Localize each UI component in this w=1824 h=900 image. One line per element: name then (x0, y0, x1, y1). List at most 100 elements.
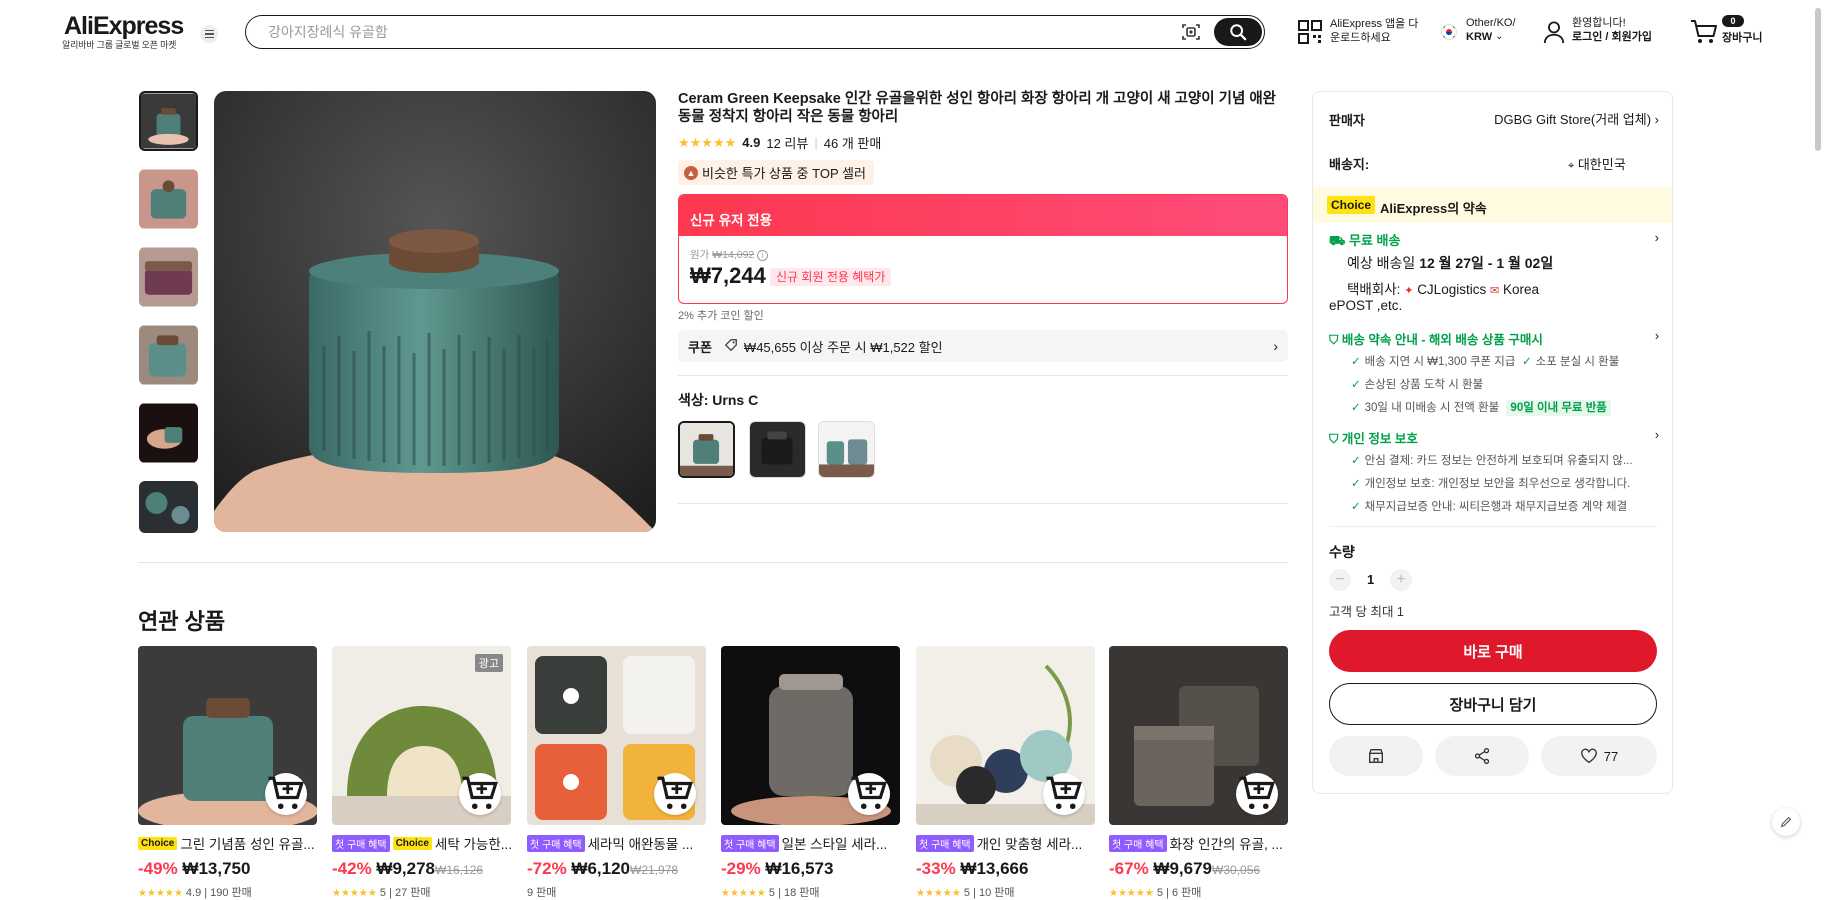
seller-link[interactable]: DGBG Gift Store(거래 업체) › (1479, 109, 1659, 128)
coupon-text: ₩45,655 이상 주문 시 ₩1,522 할인 (743, 339, 943, 355)
check-icon: ✓ (1351, 501, 1361, 513)
chevron-right-icon: › (1654, 428, 1659, 442)
welcome-text: 환영합니다! (1572, 17, 1626, 29)
delivery-promise-row[interactable]: ⛉ 배송 약속 안내 - 해외 배송 상품 구매시 › (1329, 329, 1659, 348)
card-discount: -67% (1109, 859, 1149, 878)
add-to-cart-icon[interactable] (459, 773, 501, 815)
product-thumbnail[interactable] (139, 91, 198, 151)
product-card-image[interactable] (721, 646, 900, 825)
first-purchase-tag: 첫 구매 혜택 (332, 834, 390, 852)
add-to-cart-icon[interactable] (265, 773, 307, 815)
card-price-value: ₩6,120 (571, 859, 631, 878)
divider (678, 375, 1288, 376)
card-title: 세라믹 애완동물 ... (587, 837, 694, 852)
check-icon: ✓ (1351, 478, 1361, 490)
carrier-row: 택배회사: ✦ CJLogistics ✉ Korea (1347, 278, 1539, 298)
product-card-image[interactable] (138, 646, 317, 825)
promo-header: 신규 유저 전용 (679, 195, 1287, 236)
cart-label[interactable]: 장바구니 (1722, 31, 1762, 45)
product-card-image[interactable] (916, 646, 1095, 825)
product-thumbnail[interactable] (139, 403, 198, 463)
delivery-prefix: 예상 배송일 (1347, 255, 1416, 271)
product-thumbnail[interactable] (139, 325, 198, 385)
carrier-label: 택배회사: (1347, 282, 1401, 297)
pencil-icon[interactable] (1772, 808, 1800, 836)
add-to-cart-icon[interactable] (654, 773, 696, 815)
account-link[interactable]: 환영합니다! 로그인 / 회원가입 (1572, 16, 1652, 44)
color-swatch[interactable] (749, 421, 806, 478)
add-to-cart-icon[interactable] (1043, 773, 1085, 815)
info-icon[interactable]: i (757, 250, 769, 261)
privacy-item-text: 채무지급보증 안내: 씨티은행과 채무지급보증 계약 체결 (1364, 501, 1628, 513)
ship-to-selector[interactable]: ⌖ 대한민국 (1568, 154, 1626, 173)
card-price-value: ₩13,666 (960, 859, 1029, 878)
qr-code-icon[interactable] (1297, 19, 1323, 50)
card-title: 일본 스타일 세라... (781, 837, 888, 852)
cart-icon[interactable] (1690, 19, 1718, 50)
product-card-image[interactable]: 광고 (332, 646, 511, 825)
product-card[interactable]: 첫 구매 혜택 화장 인간의 유골, ... -67% ₩9,679₩30,056… (1109, 646, 1288, 900)
card-meta-text: 5 | 6 판매 (1156, 887, 1202, 899)
card-orig-price: ₩30,056 (1212, 863, 1261, 877)
store-button[interactable] (1329, 736, 1423, 776)
privacy-row[interactable]: ⛉ 개인 정보 보호 › (1329, 428, 1659, 447)
card-stars: ★★★★★ (916, 888, 961, 899)
locale-selector[interactable]: Other/KO/ KRW ⌄ (1466, 16, 1516, 44)
wishlist-button[interactable]: 77 (1541, 736, 1657, 776)
buy-now-button[interactable]: 바로 구매 (1329, 630, 1657, 672)
card-price-value: ₩9,278 (376, 859, 436, 878)
product-card-price: -49% ₩13,750 (138, 859, 317, 879)
scrollbar-thumb[interactable] (1815, 8, 1821, 151)
card-meta-text: 4.9 | 190 판매 (185, 887, 252, 899)
app-download-link[interactable]: AliExpress 앱을 다 운로드하세요 (1330, 17, 1418, 45)
card-price-value: ₩16,573 (765, 859, 834, 878)
product-card[interactable]: 첫 구매 혜택 일본 스타일 세라... -29% ₩16,573 ★★★★★ 5… (721, 646, 900, 900)
add-to-cart-icon[interactable] (1236, 773, 1278, 815)
sold-count: 46 개 판매 (823, 136, 882, 151)
card-title: 화장 인간의 유골, ... (1169, 837, 1283, 852)
quantity-increase-button[interactable]: + (1390, 569, 1412, 591)
orig-label: 원가 (690, 249, 710, 261)
first-purchase-tag: 첫 구매 혜택 (1109, 834, 1167, 852)
free-shipping-row[interactable]: ⛟ 무료 배송 › (1329, 230, 1659, 251)
add-to-cart-icon[interactable] (848, 773, 890, 815)
share-icon (1474, 747, 1490, 765)
search-icon (1230, 24, 1247, 41)
product-card-image[interactable] (527, 646, 706, 825)
card-discount: -72% (527, 859, 567, 878)
color-swatch[interactable] (818, 421, 875, 478)
rating-stars: ★★★★★ (678, 134, 737, 150)
product-thumbnail[interactable] (139, 247, 198, 307)
product-thumbnail[interactable] (139, 481, 198, 533)
search-input[interactable] (268, 23, 1168, 41)
image-search-icon[interactable] (1181, 22, 1201, 42)
product-card[interactable]: 첫 구매 혜택 개인 맞춤형 세라... -33% ₩13,666 ★★★★★ 5… (916, 646, 1095, 900)
product-card-name: Choice 그린 기념품 성인 유골... (138, 833, 317, 853)
product-card-image[interactable] (1109, 646, 1288, 825)
product-thumbnail[interactable] (139, 169, 198, 229)
product-card[interactable]: 광고 첫 구매 혜택 Choice 세탁 가능한... -42% ₩9,278₩16… (332, 646, 511, 900)
add-to-cart-button[interactable]: 장바구니 담기 (1329, 683, 1657, 725)
search-button[interactable] (1214, 18, 1262, 46)
wishlist-count: 77 (1603, 748, 1619, 764)
coupon-row[interactable]: 쿠폰 ₩45,655 이상 주문 시 ₩1,522 할인 › (678, 330, 1288, 362)
card-stars: ★★★★★ (1109, 888, 1154, 899)
quantity-value[interactable]: 1 (1367, 572, 1374, 587)
review-count[interactable]: 12 리뷰 (766, 133, 808, 152)
card-meta-text: 5 | 10 판매 (963, 887, 1015, 899)
main-product-image[interactable] (214, 91, 656, 532)
aliexpress-logo[interactable]: AliExpress (64, 12, 184, 41)
related-products-title: 연관 상품 (138, 609, 226, 634)
product-card-name: 첫 구매 혜택 세라믹 애완동물 ... (527, 833, 706, 853)
share-button[interactable] (1435, 736, 1529, 776)
hamburger-menu-icon[interactable] (200, 25, 218, 43)
choice-tag: Choice (138, 836, 178, 850)
user-icon[interactable] (1543, 19, 1565, 50)
search-bar (245, 15, 1265, 49)
card-stars: ★★★★★ (721, 888, 766, 899)
product-card[interactable]: 첫 구매 혜택 세라믹 애완동물 ... -72% ₩6,120₩21,978 9… (527, 646, 706, 900)
product-card[interactable]: Choice 그린 기념품 성인 유골... -49% ₩13,750 ★★★★★… (138, 646, 317, 900)
quantity-decrease-button[interactable]: − (1329, 569, 1351, 591)
color-swatch[interactable] (678, 421, 735, 478)
card-orig-price: ₩21,978 (630, 863, 679, 877)
